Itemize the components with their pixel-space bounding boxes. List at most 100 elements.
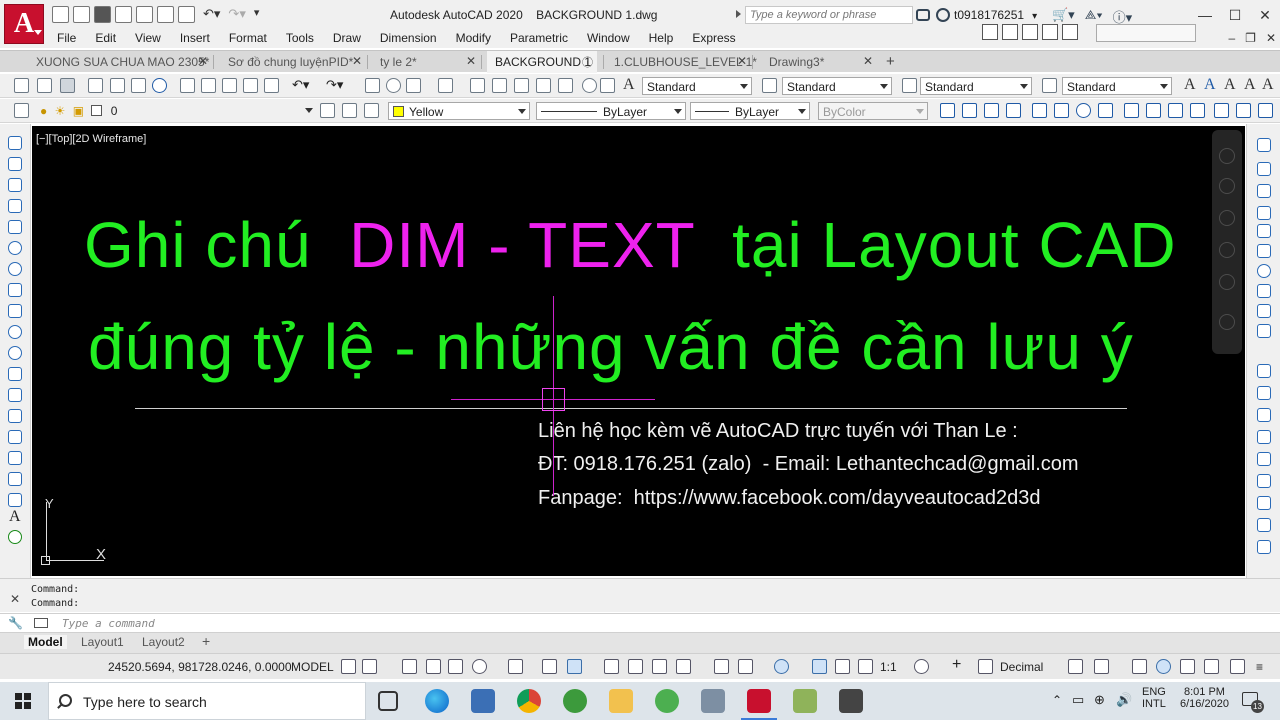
- pan-icon[interactable]: [365, 78, 380, 93]
- taskbar-search[interactable]: Type here to search: [48, 682, 366, 720]
- revision-cloud-icon[interactable]: [8, 283, 22, 297]
- menu-view[interactable]: View: [135, 31, 169, 45]
- fillet-icon[interactable]: [1257, 474, 1271, 488]
- paste-icon[interactable]: [222, 78, 237, 93]
- rotate-icon[interactable]: [1257, 264, 1271, 278]
- design-center-icon[interactable]: [492, 78, 507, 93]
- plot-icon[interactable]: [88, 78, 103, 93]
- line-icon[interactable]: [8, 136, 22, 150]
- mleader-style-dropdown[interactable]: Standard: [1062, 77, 1172, 95]
- angular-dim-icon[interactable]: [1098, 103, 1113, 118]
- object-snap-tracking-icon[interactable]: [542, 659, 557, 674]
- maximize-button[interactable]: ☐: [1220, 0, 1250, 30]
- linear-dim-icon[interactable]: [940, 103, 955, 118]
- chrome-icon[interactable]: [517, 689, 541, 713]
- language-indicator[interactable]: ENG INTL: [1142, 686, 1166, 710]
- recent-commands-icon[interactable]: [34, 618, 48, 628]
- redo-icon[interactable]: ↷▾: [228, 6, 245, 23]
- color-dropdown[interactable]: Yellow: [388, 102, 530, 120]
- explode-icon[interactable]: [1257, 518, 1271, 532]
- polygon-icon[interactable]: [8, 199, 22, 213]
- graphics-performance-icon[interactable]: [1156, 659, 1171, 674]
- sheet-set-icon[interactable]: [536, 78, 551, 93]
- stretch-icon[interactable]: [1257, 304, 1271, 318]
- ordinate-dim-icon[interactable]: [1006, 103, 1021, 118]
- baseline-dim-icon[interactable]: [1146, 103, 1161, 118]
- network-icon[interactable]: ▭: [1072, 692, 1084, 708]
- customize-wrench-icon[interactable]: 🔧: [8, 616, 23, 630]
- clock[interactable]: 8:01 PM 6/16/2020: [1180, 686, 1229, 710]
- new-icon[interactable]: [52, 6, 69, 23]
- markup-icon[interactable]: [558, 78, 573, 93]
- make-block-icon[interactable]: [8, 388, 22, 402]
- undo-icon[interactable]: ↶▾: [203, 6, 220, 23]
- properties-icon[interactable]: [470, 78, 485, 93]
- command-line[interactable]: 🔧 Type a command: [0, 613, 1280, 633]
- tool-palettes-icon[interactable]: [514, 78, 529, 93]
- orbit-icon[interactable]: [1219, 274, 1235, 290]
- close-tab-icon[interactable]: ✕: [863, 54, 873, 68]
- radius-dim-icon[interactable]: [1032, 103, 1047, 118]
- block-editor-icon[interactable]: [264, 78, 279, 93]
- insert-block-icon[interactable]: [8, 367, 22, 381]
- doc-restore-button[interactable]: ❐: [1245, 31, 1256, 45]
- layer-previous-icon[interactable]: [342, 103, 357, 118]
- arc-icon[interactable]: [8, 241, 22, 255]
- tolerance-icon[interactable]: [1214, 103, 1229, 118]
- quick-properties-icon[interactable]: [1068, 659, 1083, 674]
- tab-model[interactable]: Model: [24, 635, 67, 649]
- point-icon[interactable]: [8, 409, 22, 423]
- table-style-dropdown[interactable]: Standard: [920, 77, 1032, 95]
- task-view-icon[interactable]: [378, 691, 398, 711]
- full-navigation-icon[interactable]: [1219, 178, 1235, 194]
- trim-icon[interactable]: [1257, 324, 1271, 338]
- volume-icon[interactable]: 🔊: [1116, 692, 1132, 708]
- menu-insert[interactable]: Insert: [180, 31, 218, 45]
- properties-palette-icon[interactable]: [1257, 540, 1271, 554]
- new-tab-plus-icon[interactable]: +: [886, 53, 895, 70]
- menu-help[interactable]: Help: [649, 31, 682, 45]
- publish-icon[interactable]: [131, 78, 146, 93]
- layer-states-icon[interactable]: [364, 103, 379, 118]
- file-tab[interactable]: XUONG SUA CHUA MAO 2305* ✕: [28, 51, 212, 73]
- save-icon[interactable]: [60, 78, 75, 93]
- match-properties-icon[interactable]: [243, 78, 258, 93]
- binoculars-icon[interactable]: [916, 9, 930, 21]
- diameter-dim-icon[interactable]: [1076, 103, 1091, 118]
- tab-help-icon[interactable]: ⓘ: [582, 54, 593, 70]
- auto-scale-icon[interactable]: [835, 659, 850, 674]
- 3d-osnap-icon[interactable]: [676, 659, 691, 674]
- model-space-toggle[interactable]: MODEL: [291, 660, 334, 674]
- quick-dim-icon[interactable]: [1124, 103, 1139, 118]
- lock-ui-icon[interactable]: [1094, 659, 1109, 674]
- pan-icon[interactable]: [1219, 210, 1235, 226]
- edge-browser-icon[interactable]: [425, 689, 449, 713]
- command-input[interactable]: Type a command: [62, 617, 155, 630]
- transparency-icon[interactable]: [628, 659, 643, 674]
- annotative-text-icon[interactable]: A: [1204, 76, 1216, 94]
- isolate-objects-icon[interactable]: [1132, 659, 1147, 674]
- mirror-icon[interactable]: [1257, 184, 1271, 198]
- annotation-scale-value[interactable]: 1:1: [880, 660, 897, 674]
- units-icon[interactable]: [978, 659, 993, 674]
- app-dark-icon[interactable]: [839, 689, 863, 713]
- layer-dropdown[interactable]: ● ☀ ▣ 0: [36, 102, 316, 120]
- dim-style-dropdown[interactable]: Standard: [782, 77, 892, 95]
- hatch-icon[interactable]: [8, 430, 22, 444]
- undo-icon[interactable]: ↶▾: [292, 77, 309, 93]
- user-account[interactable]: t0918176251 ▾: [916, 8, 1037, 22]
- rectangle-icon[interactable]: [8, 220, 22, 234]
- workspace-gear-icon[interactable]: [914, 659, 929, 674]
- jogged-dim-icon[interactable]: [1054, 103, 1069, 118]
- save-as-icon[interactable]: [115, 6, 132, 23]
- autocad-taskbar-icon[interactable]: [741, 689, 777, 720]
- region-icon[interactable]: [8, 472, 22, 486]
- annotation-visibility-icon[interactable]: [812, 659, 827, 674]
- menu-dimension[interactable]: Dimension: [380, 31, 445, 45]
- close-tab-icon[interactable]: ✕: [198, 54, 208, 68]
- save-icon[interactable]: [94, 6, 111, 23]
- lineweight-dropdown[interactable]: ByLayer: [690, 102, 810, 120]
- zoom-extents-icon[interactable]: [1219, 242, 1235, 258]
- break-at-point-icon[interactable]: [1257, 386, 1271, 400]
- menu-parametric[interactable]: Parametric: [510, 31, 576, 45]
